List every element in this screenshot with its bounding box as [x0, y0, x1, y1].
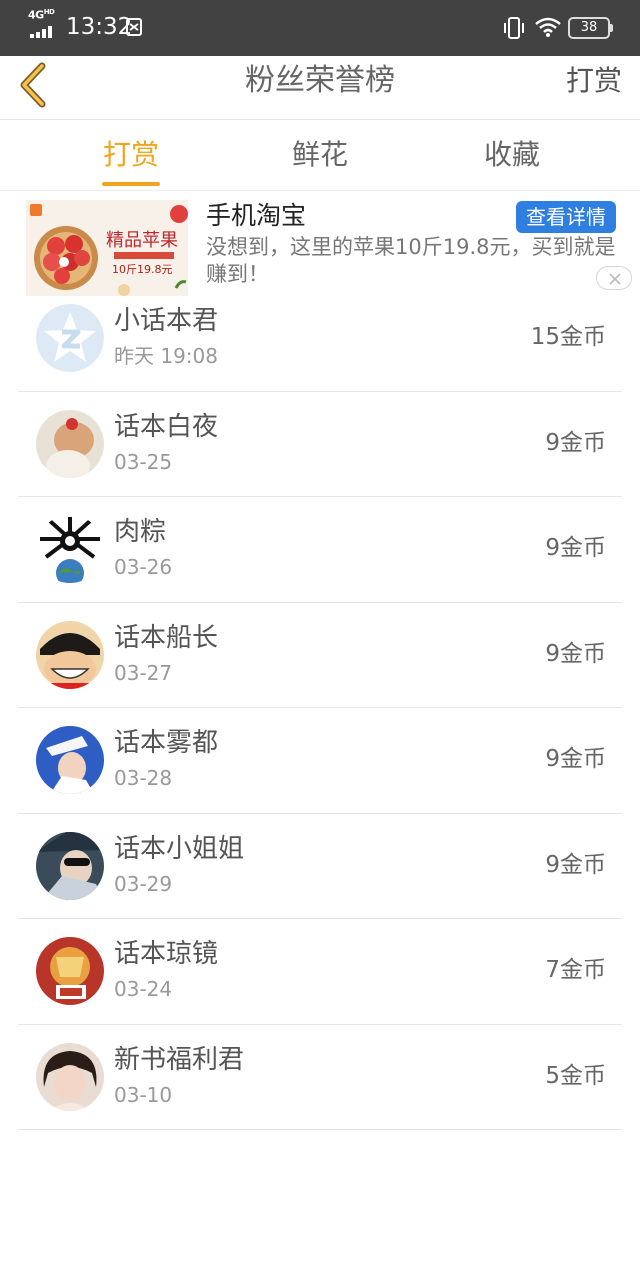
tab-label: 鲜花 [291, 138, 348, 171]
avatar[interactable] [36, 515, 104, 583]
list-item[interactable]: 话本船长 03-27 9金币 [18, 603, 622, 708]
fan-date: 03-29 [114, 871, 173, 896]
fan-coins: 9金币 [545, 535, 606, 561]
fan-date: 03-28 [114, 766, 173, 790]
tab-flowers[interactable]: 鲜花 [290, 121, 350, 191]
fan-list: 小话本君 昨天 19:08 15金币 话本白夜 03-25 9金币 肉粽 03-… [0, 286, 640, 1130]
vibrate-icon [504, 17, 524, 39]
avatar[interactable] [36, 304, 104, 372]
reward-button[interactable]: 打赏 [566, 56, 622, 106]
status-bar: 4GHD 13:32 38 [0, 0, 640, 56]
avatar[interactable] [36, 620, 104, 689]
list-item[interactable]: 肉粽 03-26 9金币 [18, 497, 622, 603]
status-time: 13:32 [66, 14, 133, 40]
fan-date: 03-24 [114, 977, 173, 1001]
fan-date: 昨天 19:08 [114, 344, 218, 368]
fan-name: 新书福利君 [114, 1044, 245, 1075]
tab-reward[interactable]: 打赏 [102, 121, 160, 191]
fan-coins: 5金币 [545, 1062, 606, 1089]
avatar[interactable] [36, 726, 104, 794]
list-item[interactable]: 话本琼镜 03-24 7金币 [18, 919, 622, 1025]
tab-bar: 打赏 鲜花 收藏 [0, 121, 640, 191]
fan-name: 话本小姐姐 [114, 833, 245, 864]
view-details-button[interactable]: 查看详情 [516, 201, 616, 233]
default-avatar-icon [36, 304, 104, 372]
battery-level: 38 [580, 20, 598, 35]
fan-coins: 9金币 [545, 746, 606, 772]
fan-coins: 7金币 [545, 957, 606, 983]
fan-date: 03-25 [114, 449, 173, 474]
svg-text:精品苹果: 精品苹果 [106, 230, 178, 251]
title-bar: 粉丝荣誉榜 打赏 [0, 56, 640, 120]
ad-image[interactable]: 精品苹果 10斤19.8元 [26, 200, 188, 296]
battery-icon: 38 [568, 17, 614, 39]
fan-date: 03-26 [114, 555, 173, 579]
fan-coins: 15金币 [530, 324, 606, 350]
fan-coins: 9金币 [545, 429, 606, 456]
svg-text:10斤19.8元: 10斤19.8元 [112, 263, 173, 276]
ad-banner[interactable]: 精品苹果 10斤19.8元 手机淘宝 查看详情 没想到，这里的苹果10斤19.8… [0, 192, 640, 298]
avatar[interactable] [36, 831, 104, 900]
fan-name: 话本船长 [114, 622, 219, 653]
ad-description: 没想到，这里的苹果10斤19.8元，买到就是赚到！ [206, 235, 616, 286]
wifi-icon [535, 17, 561, 37]
notification-icon [126, 18, 142, 36]
avatar[interactable] [36, 937, 104, 1005]
ad-close-button[interactable] [596, 266, 632, 290]
fan-name: 肉粽 [114, 517, 167, 547]
page-title: 粉丝荣誉榜 [245, 63, 395, 98]
fan-name: 话本白夜 [114, 411, 219, 442]
fan-coins: 9金币 [545, 640, 606, 667]
fan-date: 03-10 [114, 1082, 173, 1107]
fan-name: 小话本君 [114, 306, 219, 336]
list-item[interactable]: 话本白夜 03-25 9金币 [18, 392, 622, 497]
ad-title: 手机淘宝 [206, 201, 307, 230]
list-item[interactable]: 话本雾都 03-28 9金币 [18, 708, 622, 814]
avatar[interactable] [36, 409, 104, 478]
fan-coins: 9金币 [545, 851, 606, 878]
cellular-signal-icon: 4GHD [28, 8, 60, 40]
fan-name: 话本雾都 [114, 728, 219, 758]
tab-label: 收藏 [483, 138, 540, 171]
list-item[interactable]: 话本小姐姐 03-29 9金币 [18, 814, 622, 919]
tab-label: 打赏 [102, 138, 159, 171]
list-item[interactable]: 新书福利君 03-10 5金币 [18, 1025, 622, 1130]
list-item[interactable]: 小话本君 昨天 19:08 15金币 [18, 286, 622, 392]
close-icon [609, 273, 621, 285]
tab-favorites[interactable]: 收藏 [482, 121, 542, 191]
fan-date: 03-27 [114, 660, 173, 685]
fan-name: 话本琼镜 [114, 939, 219, 969]
avatar[interactable] [36, 1042, 104, 1111]
tab-active-indicator [102, 182, 160, 186]
